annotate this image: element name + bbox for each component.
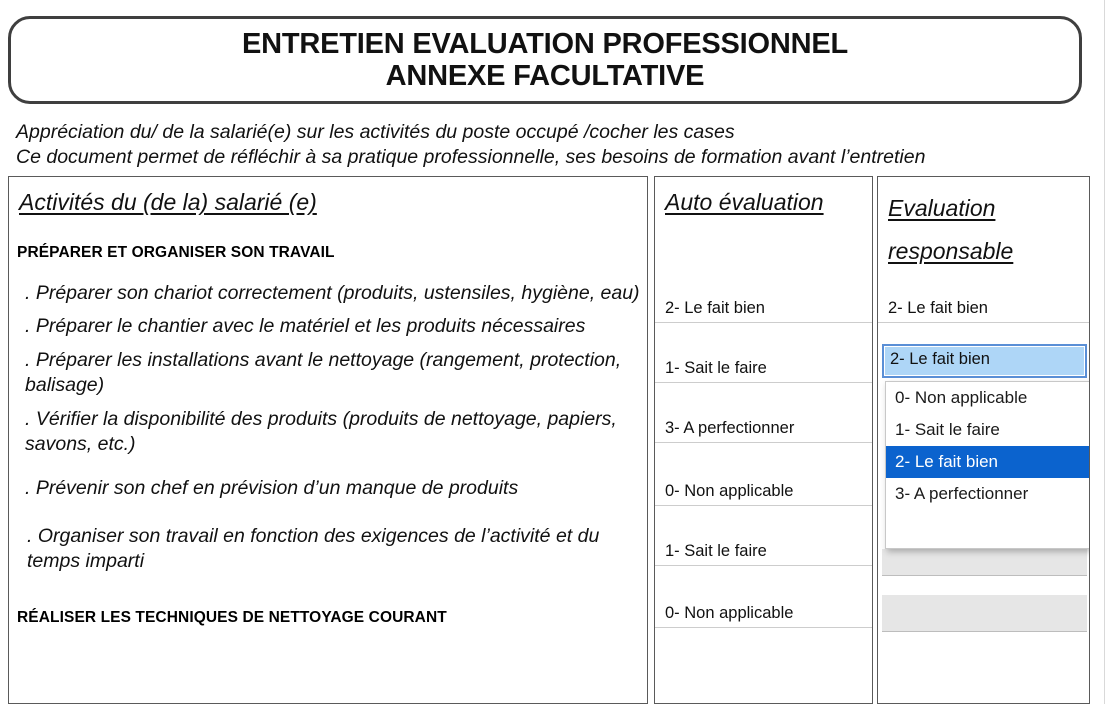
dropdown-option-3[interactable]: 3- A perfectionner xyxy=(886,478,1089,510)
rating-select[interactable]: 2- Le fait bien xyxy=(882,344,1087,378)
auto-evaluation-cell[interactable]: 1- Sait le faire xyxy=(655,506,872,566)
activity-item: . Organiser son travail en fonction des … xyxy=(27,525,600,572)
auto-evaluation-value: 3- A perfectionner xyxy=(665,419,795,437)
column-auto-evaluation: Auto évaluation 2- Le fait bien 1- Sait … xyxy=(654,176,873,704)
rating-select-value: 2- Le fait bien xyxy=(890,350,990,368)
column-header-evaluation-responsable: Evaluation responsable xyxy=(888,195,1014,264)
section-title-realiser: RÉALISER LES TECHNIQUES DE NETTOYAGE COU… xyxy=(17,609,447,626)
responsable-empty-cell[interactable] xyxy=(882,549,1087,576)
column-header-auto-evaluation: Auto évaluation xyxy=(665,189,824,215)
activity-item: . Préparer le chantier avec le matériel … xyxy=(25,315,586,337)
column-header-activities: Activités du (de la) salarié (e) xyxy=(19,189,317,215)
rating-dropdown-list[interactable]: 0- Non applicable 1- Sait le faire 2- Le… xyxy=(885,381,1089,549)
auto-evaluation-cell[interactable]: 1- Sait le faire xyxy=(655,323,872,383)
intro-paragraph: Appréciation du/ de la salarié(e) sur le… xyxy=(16,120,1096,170)
page-edge-divider xyxy=(1104,0,1105,704)
document-title-line-1: ENTRETIEN EVALUATION PROFESSIONNEL xyxy=(242,28,848,60)
dropdown-option-2[interactable]: 2- Le fait bien xyxy=(886,446,1089,478)
evaluation-table: Activités du (de la) salarié (e) PRÉPARE… xyxy=(8,176,1090,704)
intro-line-2: Ce document permet de réfléchir à sa pra… xyxy=(16,146,926,168)
column-evaluation-responsable: Evaluation responsable 2- Le fait bien 2… xyxy=(877,176,1090,704)
responsable-evaluation-value: 2- Le fait bien xyxy=(888,299,988,317)
activity-item: . Préparer les installations avant le ne… xyxy=(25,349,622,396)
column-activities: Activités du (de la) salarié (e) PRÉPARE… xyxy=(8,176,648,704)
dropdown-option-0[interactable]: 0- Non applicable xyxy=(886,382,1089,414)
auto-evaluation-value: 2- Le fait bien xyxy=(665,299,765,317)
intro-line-1: Appréciation du/ de la salarié(e) sur le… xyxy=(16,121,735,143)
document-title-line-2: ANNEXE FACULTATIVE xyxy=(385,60,705,92)
document-title-banner: ENTRETIEN EVALUATION PROFESSIONNEL ANNEX… xyxy=(8,16,1082,104)
auto-evaluation-value: 1- Sait le faire xyxy=(665,542,767,560)
auto-evaluation-cell[interactable]: 3- A perfectionner xyxy=(655,383,872,443)
auto-evaluation-cell[interactable]: 0- Non applicable xyxy=(655,566,872,628)
activity-item: . Vérifier la disponibilité des produits… xyxy=(25,408,617,455)
auto-evaluation-value: 0- Non applicable xyxy=(665,604,794,622)
activity-item: . Prévenir son chef en prévision d’un ma… xyxy=(25,477,519,499)
section-title-preparer: PRÉPARER ET ORGANISER SON TRAVAIL xyxy=(17,244,335,261)
auto-evaluation-value: 1- Sait le faire xyxy=(665,359,767,377)
activity-item: . Préparer son chariot correctement (pro… xyxy=(25,282,640,304)
dropdown-option-1[interactable]: 1- Sait le faire xyxy=(886,414,1089,446)
auto-evaluation-cell[interactable]: 0- Non applicable xyxy=(655,443,872,506)
responsable-empty-cell[interactable] xyxy=(882,595,1087,632)
auto-evaluation-value: 0- Non applicable xyxy=(665,482,794,500)
auto-evaluation-cell[interactable]: 2- Le fait bien xyxy=(655,259,872,323)
responsable-evaluation-cell[interactable]: 2- Le fait bien xyxy=(878,273,1089,323)
